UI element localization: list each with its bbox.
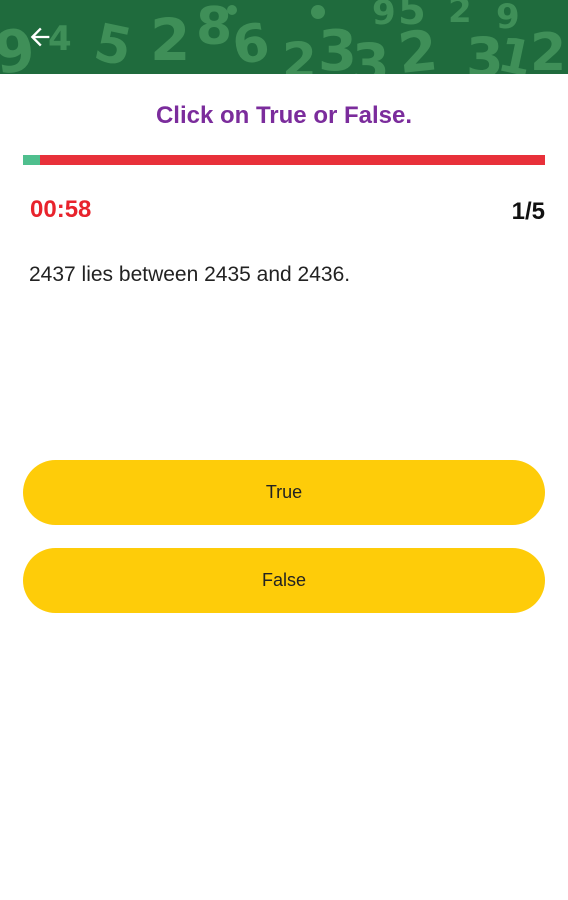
quiz-progress-fill xyxy=(23,155,41,165)
arrow-left-icon xyxy=(30,27,50,47)
svg-text:2: 2 xyxy=(282,32,317,74)
quiz-progress-bar xyxy=(23,155,545,165)
true-button[interactable]: True xyxy=(23,460,545,525)
svg-text:6: 6 xyxy=(228,12,274,74)
svg-text:8: 8 xyxy=(196,0,232,57)
svg-text:3: 3 xyxy=(352,32,390,74)
instruction-title: Click on True or False. xyxy=(155,102,413,129)
false-button[interactable]: False xyxy=(23,548,545,613)
header-banner: 9 4 5 2 8 6 2 3 3 9 2 5 2 3 9 1 2 xyxy=(0,0,568,74)
svg-text:9: 9 xyxy=(372,0,396,33)
svg-text:5: 5 xyxy=(398,0,426,34)
svg-text:5: 5 xyxy=(89,13,137,74)
question-text: 2437 lies between 2435 and 2436. xyxy=(29,263,351,286)
countdown-timer: 00:58 xyxy=(30,196,92,223)
svg-text:2: 2 xyxy=(530,23,566,74)
question-counter: 1/5 xyxy=(511,198,545,225)
svg-text:2: 2 xyxy=(150,6,190,74)
back-button[interactable] xyxy=(20,17,60,57)
number-pattern-decoration: 9 4 5 2 8 6 2 3 3 9 2 5 2 3 9 1 2 xyxy=(0,0,566,74)
